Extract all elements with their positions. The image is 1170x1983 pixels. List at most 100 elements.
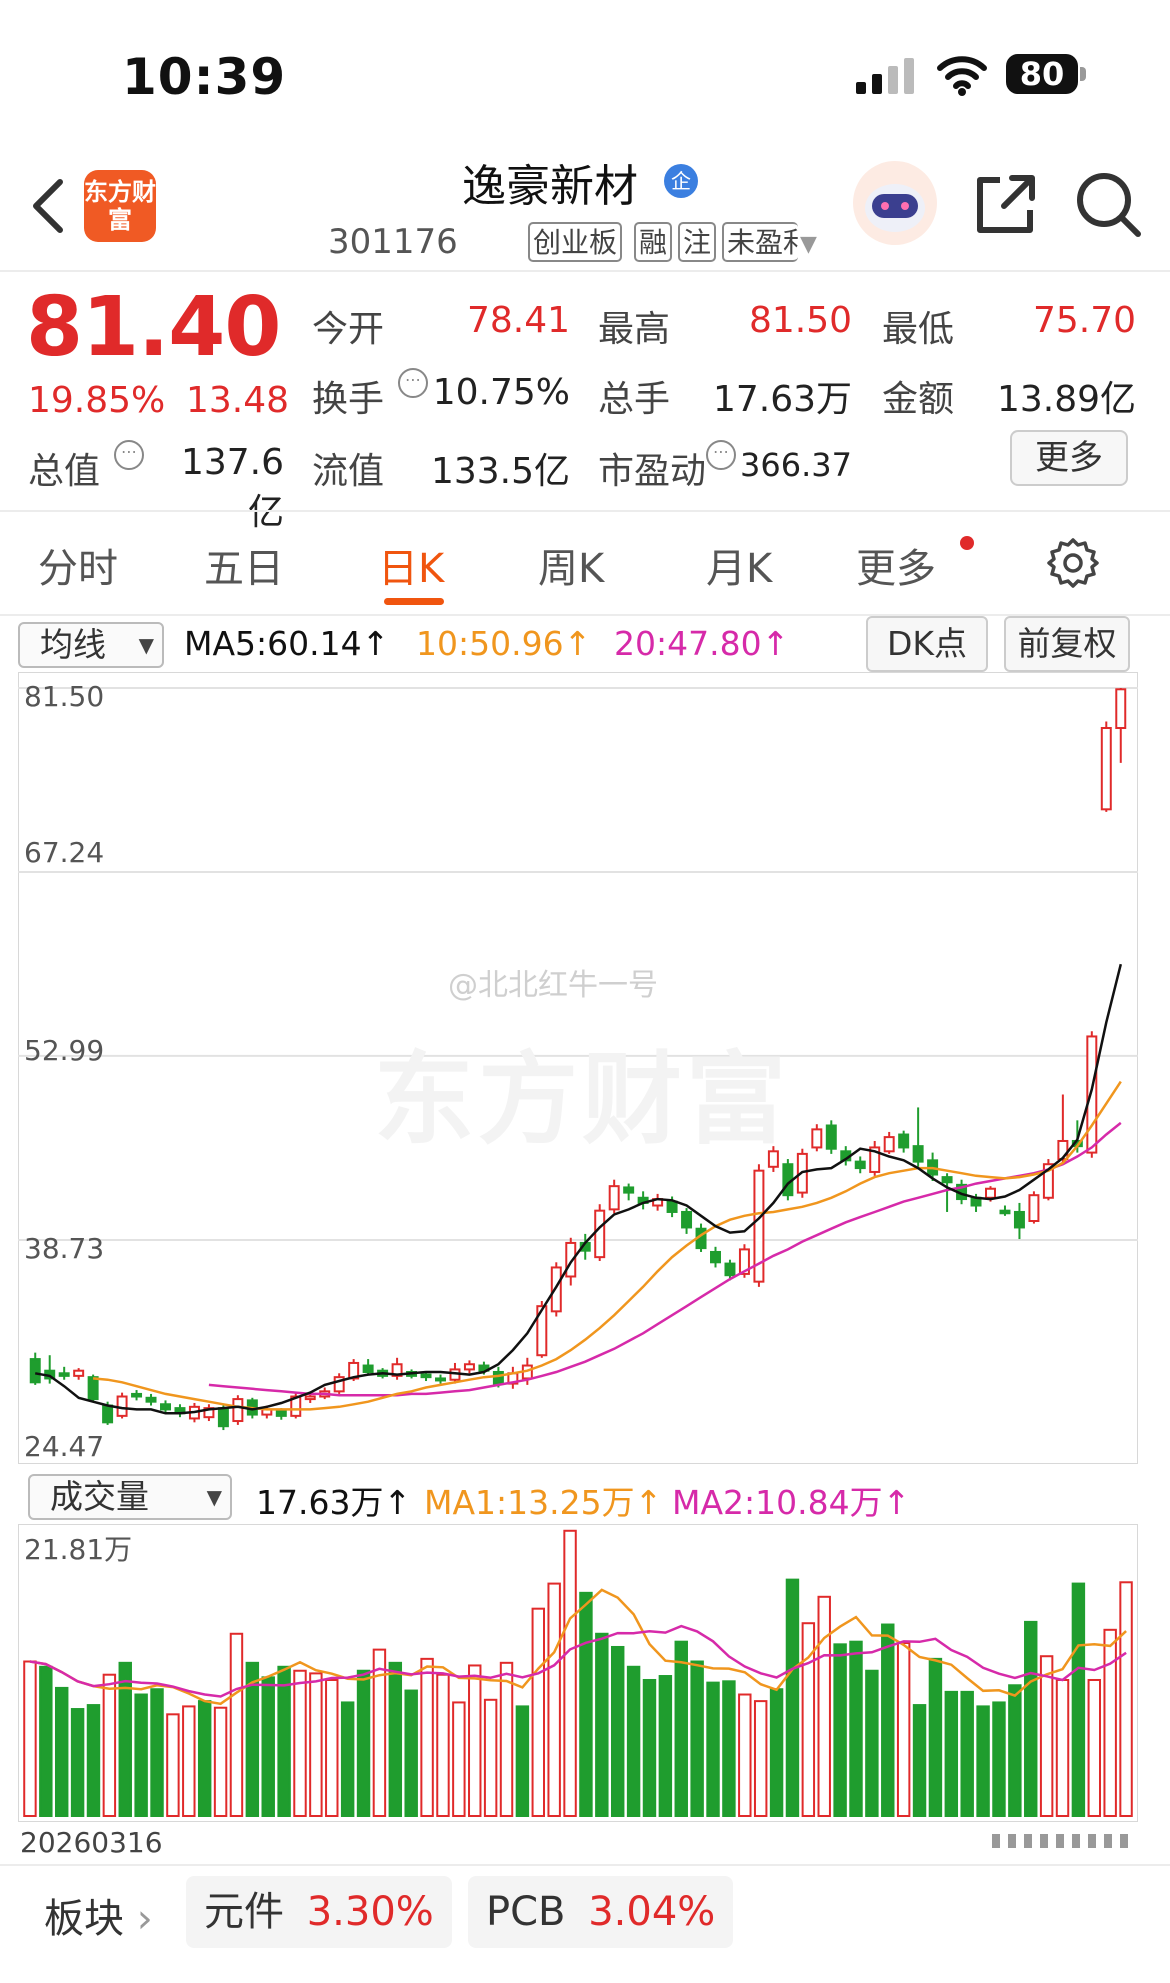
battery-icon: 80 bbox=[1006, 54, 1088, 96]
candle-body bbox=[232, 1398, 244, 1423]
candle-body bbox=[420, 1373, 432, 1379]
candle-body bbox=[985, 1187, 996, 1199]
volume-bar bbox=[1119, 1581, 1133, 1817]
candle-body bbox=[941, 1176, 953, 1184]
sector-chip-value: 3.04% bbox=[588, 1889, 716, 1935]
ma5-value: MA5:60.14↑ bbox=[184, 624, 390, 663]
volume-bar bbox=[340, 1701, 355, 1817]
volume-bar bbox=[690, 1660, 704, 1817]
sector-chip-pcb[interactable]: PCB 3.04% bbox=[468, 1876, 734, 1948]
app-logo: 东方财富 bbox=[84, 170, 156, 242]
tag-registered: 注 bbox=[678, 222, 717, 262]
back-icon[interactable] bbox=[28, 176, 68, 236]
candle-body bbox=[1028, 1194, 1040, 1222]
gear-icon[interactable] bbox=[1046, 536, 1100, 590]
cellular-signal-icon bbox=[856, 58, 914, 94]
volume-bar bbox=[896, 1642, 911, 1817]
candle-body bbox=[492, 1370, 504, 1385]
volume-ma2: MA2:10.84万↑ bbox=[672, 1483, 911, 1522]
candle-body bbox=[87, 1376, 99, 1401]
candle-body bbox=[131, 1392, 143, 1398]
pe-label: 市盈动 bbox=[598, 451, 707, 492]
share-icon[interactable] bbox=[974, 172, 1038, 236]
open-label: 今开 bbox=[312, 309, 385, 350]
y-tick-top: 81.50 bbox=[24, 680, 105, 713]
header-divider bbox=[0, 270, 1170, 272]
battery-level: 80 bbox=[1006, 54, 1078, 94]
candle-body bbox=[854, 1160, 866, 1170]
volume-bar bbox=[39, 1665, 53, 1817]
volume-bar bbox=[118, 1661, 132, 1817]
volume-bar bbox=[579, 1591, 593, 1817]
volume-bar bbox=[912, 1704, 927, 1817]
tag-more-caret-icon[interactable]: ▼ bbox=[800, 232, 817, 257]
volume-bar bbox=[468, 1664, 482, 1817]
volume-bar bbox=[626, 1665, 641, 1817]
start-date: 20260316 bbox=[20, 1826, 163, 1859]
candle-body bbox=[594, 1209, 606, 1259]
volume-bar bbox=[1039, 1655, 1054, 1817]
tab-more[interactable]: 更多 bbox=[856, 536, 936, 594]
candle-body bbox=[550, 1266, 562, 1313]
pe-value: 366.37 bbox=[740, 446, 852, 484]
y-tick-4: 38.73 bbox=[24, 1232, 105, 1265]
candle-body bbox=[1100, 727, 1112, 811]
candle-body bbox=[304, 1395, 316, 1401]
ai-assistant-icon[interactable] bbox=[852, 160, 938, 246]
candle-body bbox=[724, 1262, 736, 1277]
tab-weekly-k[interactable]: 周K bbox=[538, 536, 604, 594]
volume-bar bbox=[769, 1688, 784, 1818]
volume-bar bbox=[881, 1623, 895, 1817]
scroll-indicator[interactable] bbox=[990, 1830, 1136, 1852]
volume-bar bbox=[785, 1578, 800, 1817]
candle bbox=[1042, 1159, 1054, 1201]
candle-body bbox=[883, 1136, 895, 1153]
turnover-info-icon[interactable]: ⋯ bbox=[398, 368, 428, 398]
ma20-value: 20:47.80↑ bbox=[614, 624, 790, 663]
volume-bar bbox=[547, 1582, 561, 1817]
volume-bar bbox=[182, 1705, 196, 1817]
candle-body bbox=[623, 1186, 635, 1194]
change-percent: 19.85% bbox=[28, 380, 166, 421]
volume-bar bbox=[452, 1701, 466, 1817]
sector-link[interactable]: 板块 › bbox=[44, 1886, 153, 1944]
pe-info-icon[interactable]: ⋯ bbox=[706, 440, 736, 470]
more-quote-button[interactable]: 更多 bbox=[1010, 430, 1128, 486]
wifi-icon bbox=[937, 56, 987, 96]
sector-chip-value: 3.30% bbox=[306, 1889, 434, 1935]
candle bbox=[753, 1164, 765, 1287]
volume-bar bbox=[436, 1673, 450, 1817]
market-cap-info-icon[interactable]: ⋯ bbox=[114, 440, 144, 470]
dk-point-button[interactable]: DK点 bbox=[866, 616, 988, 672]
status-time: 10:39 bbox=[122, 48, 287, 106]
candle-body bbox=[73, 1369, 85, 1377]
tab-intraday[interactable]: 分时 bbox=[38, 536, 118, 594]
forward-adjust-button[interactable]: 前复权 bbox=[1004, 616, 1130, 672]
last-price: 81.40 bbox=[26, 280, 281, 375]
volume-bar bbox=[356, 1669, 371, 1817]
notification-dot bbox=[960, 536, 974, 550]
tab-five-day[interactable]: 五日 bbox=[204, 536, 284, 594]
candle bbox=[333, 1373, 345, 1394]
tab-daily-k[interactable]: 日K bbox=[378, 536, 444, 594]
y-tick-3: 52.99 bbox=[24, 1034, 105, 1067]
volume-indicator-dropdown[interactable]: 成交量 ▼ bbox=[28, 1474, 232, 1520]
bottom-divider bbox=[0, 1864, 1170, 1866]
tab-monthly-k[interactable]: 月K bbox=[706, 536, 772, 594]
candle bbox=[550, 1262, 562, 1317]
watermark-brand: 东方财富 bbox=[374, 1041, 790, 1158]
candle bbox=[116, 1392, 128, 1419]
indicator-dropdown[interactable]: 均线 ▼ bbox=[18, 622, 164, 668]
volume-bar bbox=[928, 1657, 943, 1817]
candle-body bbox=[275, 1409, 287, 1417]
volume-bar bbox=[817, 1595, 831, 1817]
volume-chart[interactable] bbox=[18, 1524, 1138, 1822]
search-icon[interactable] bbox=[1074, 170, 1142, 238]
sector-chip-components[interactable]: 元件 3.30% bbox=[186, 1876, 452, 1948]
candle bbox=[825, 1120, 837, 1154]
open-value: 78.41 bbox=[466, 300, 570, 341]
volume-bar bbox=[1008, 1684, 1022, 1817]
volume-bar bbox=[642, 1678, 657, 1817]
volume-bar bbox=[944, 1690, 959, 1818]
tag-margin: 融 bbox=[634, 222, 673, 262]
